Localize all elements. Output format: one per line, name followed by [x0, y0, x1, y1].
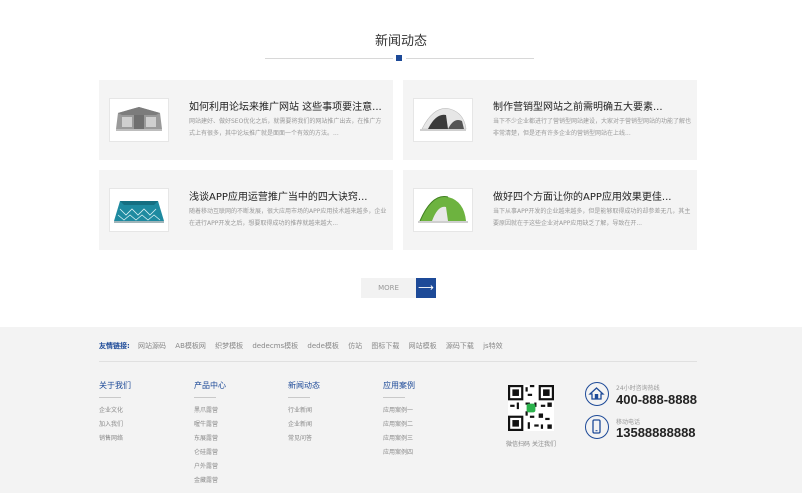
footer-link[interactable]: 行业新闻	[288, 404, 320, 418]
footer-column-cases: 应用案例 应用案例一 应用案例二 应用案例三 应用案例四	[383, 380, 415, 460]
mobile-phone-icon	[585, 415, 609, 439]
arrow-right-icon[interactable]: ⟶	[416, 278, 436, 298]
news-summary: 当下不少企业都进行了营销型网站建设，大家对于营销型网站的功能了解也非常清楚，但是…	[493, 118, 692, 137]
news-card[interactable]: 浅谈APP应用运营推广当中的四大诀窍... 随着移动互联网的不断发展，很大应用市…	[99, 170, 393, 250]
footer-divider	[99, 361, 697, 362]
footer-column-title[interactable]: 应用案例	[383, 380, 415, 391]
footer-column-title[interactable]: 新闻动态	[288, 380, 320, 391]
footer-link[interactable]: 企业新闻	[288, 418, 320, 432]
news-thumbnail[interactable]	[109, 98, 169, 142]
friend-link[interactable]: 网站模板	[409, 342, 437, 350]
phone-house-icon	[585, 382, 609, 406]
news-thumbnail[interactable]	[109, 188, 169, 232]
news-title[interactable]: 制作营销型网站之前需明确五大要素...	[493, 98, 663, 113]
footer-link[interactable]: 销售网络	[99, 432, 131, 446]
friend-link[interactable]: AB模板网	[175, 342, 206, 350]
section-title: 新闻动态	[374, 34, 427, 49]
footer-link[interactable]: 应用案例二	[383, 418, 415, 432]
qr-caption: 微信扫码 关注我们	[506, 441, 556, 448]
friend-link[interactable]: 网站源码	[138, 342, 166, 350]
tent-image	[116, 107, 162, 131]
friend-link[interactable]: 仿站	[348, 342, 362, 350]
friend-link[interactable]: 织梦模板	[215, 342, 243, 350]
mobile-number[interactable]: 13588888888	[616, 425, 696, 440]
footer-column-about: 关于我们 企业文化 加入我们 销售网络	[99, 380, 131, 446]
footer-link[interactable]: 企业文化	[99, 404, 131, 418]
footer-column-news: 新闻动态 行业新闻 企业新闻 常见问答	[288, 380, 320, 446]
friend-links-label: 友情链接:	[99, 342, 130, 350]
friend-link[interactable]: dedecms模板	[252, 342, 298, 350]
footer-link[interactable]: 应用案例四	[383, 446, 415, 460]
title-divider-left	[265, 58, 393, 59]
column-rule	[194, 397, 216, 398]
friend-link[interactable]: js特效	[483, 342, 503, 350]
news-title[interactable]: 如何利用论坛来推广网站 这些事项要注意...	[189, 98, 382, 113]
tent-image	[418, 196, 468, 223]
news-title[interactable]: 做好四个方面让你的APP应用效果更佳...	[493, 188, 671, 203]
footer-column-title[interactable]: 产品中心	[194, 380, 226, 391]
footer-column-products: 产品中心 黑爪露营 喔牛露营 东展露营 仑硅露营 户外露营 金藏露营	[194, 380, 226, 488]
friend-link[interactable]: 源码下载	[446, 342, 474, 350]
footer-link[interactable]: 东展露营	[194, 432, 226, 446]
wechat-qr-code	[508, 385, 554, 431]
news-card[interactable]: 如何利用论坛来推广网站 这些事项要注意... 网站建好、做好SEO优化之后，就需…	[99, 80, 393, 160]
footer-link[interactable]: 金藏露营	[194, 474, 226, 488]
footer-column-title[interactable]: 关于我们	[99, 380, 131, 391]
footer-link[interactable]: 户外露营	[194, 460, 226, 474]
friend-links: 友情链接: 网站源码 AB模板网 织梦模板 dedecms模板 dede模板 仿…	[99, 341, 510, 351]
news-summary: 当下从事APP开发的企业越来越多，但是能够取得成功的却参差无几，其主要原因就在于…	[493, 208, 691, 227]
hotline-number[interactable]: 400-888-8888	[616, 392, 697, 407]
footer-link[interactable]: 仑硅露营	[194, 446, 226, 460]
footer: 友情链接: 网站源码 AB模板网 织梦模板 dedecms模板 dede模板 仿…	[0, 327, 802, 493]
column-rule	[383, 397, 405, 398]
footer-link[interactable]: 应用案例一	[383, 404, 415, 418]
footer-link[interactable]: 加入我们	[99, 418, 131, 432]
title-divider-dot	[396, 55, 402, 61]
news-card[interactable]: 制作营销型网站之前需明确五大要素... 当下不少企业都进行了营销型网站建设，大家…	[403, 80, 697, 160]
more-button[interactable]: MORE	[361, 278, 416, 298]
column-rule	[288, 397, 310, 398]
news-card[interactable]: 做好四个方面让你的APP应用效果更佳... 当下从事APP开发的企业越来越多，但…	[403, 170, 697, 250]
title-divider-right	[406, 58, 534, 59]
hotline-label: 24小时咨询热线	[616, 385, 660, 392]
news-title[interactable]: 浅谈APP应用运营推广当中的四大诀窍...	[189, 188, 367, 203]
phone-house-glyph	[588, 387, 605, 400]
tent-image	[420, 108, 467, 131]
footer-link[interactable]: 黑爪露营	[194, 404, 226, 418]
footer-link[interactable]: 常见问答	[288, 432, 320, 446]
column-rule	[99, 397, 121, 398]
news-summary: 网站建好、做好SEO优化之后，就需要将我们的网站推广出去，在推广方式上有很多，其…	[189, 118, 382, 137]
news-thumbnail[interactable]	[413, 98, 473, 142]
news-summary: 随着移动互联网的不断发展，很大应用市场的APP应用技术越来越多，企业在进行APP…	[189, 208, 387, 227]
friend-link[interactable]: dede模板	[307, 342, 339, 350]
mobile-phone-glyph	[592, 419, 601, 434]
footer-link[interactable]: 应用案例三	[383, 432, 415, 446]
news-thumbnail[interactable]	[413, 188, 473, 232]
tent-image	[114, 201, 164, 223]
footer-link[interactable]: 喔牛露营	[194, 418, 226, 432]
friend-link[interactable]: 图标下载	[371, 342, 399, 350]
